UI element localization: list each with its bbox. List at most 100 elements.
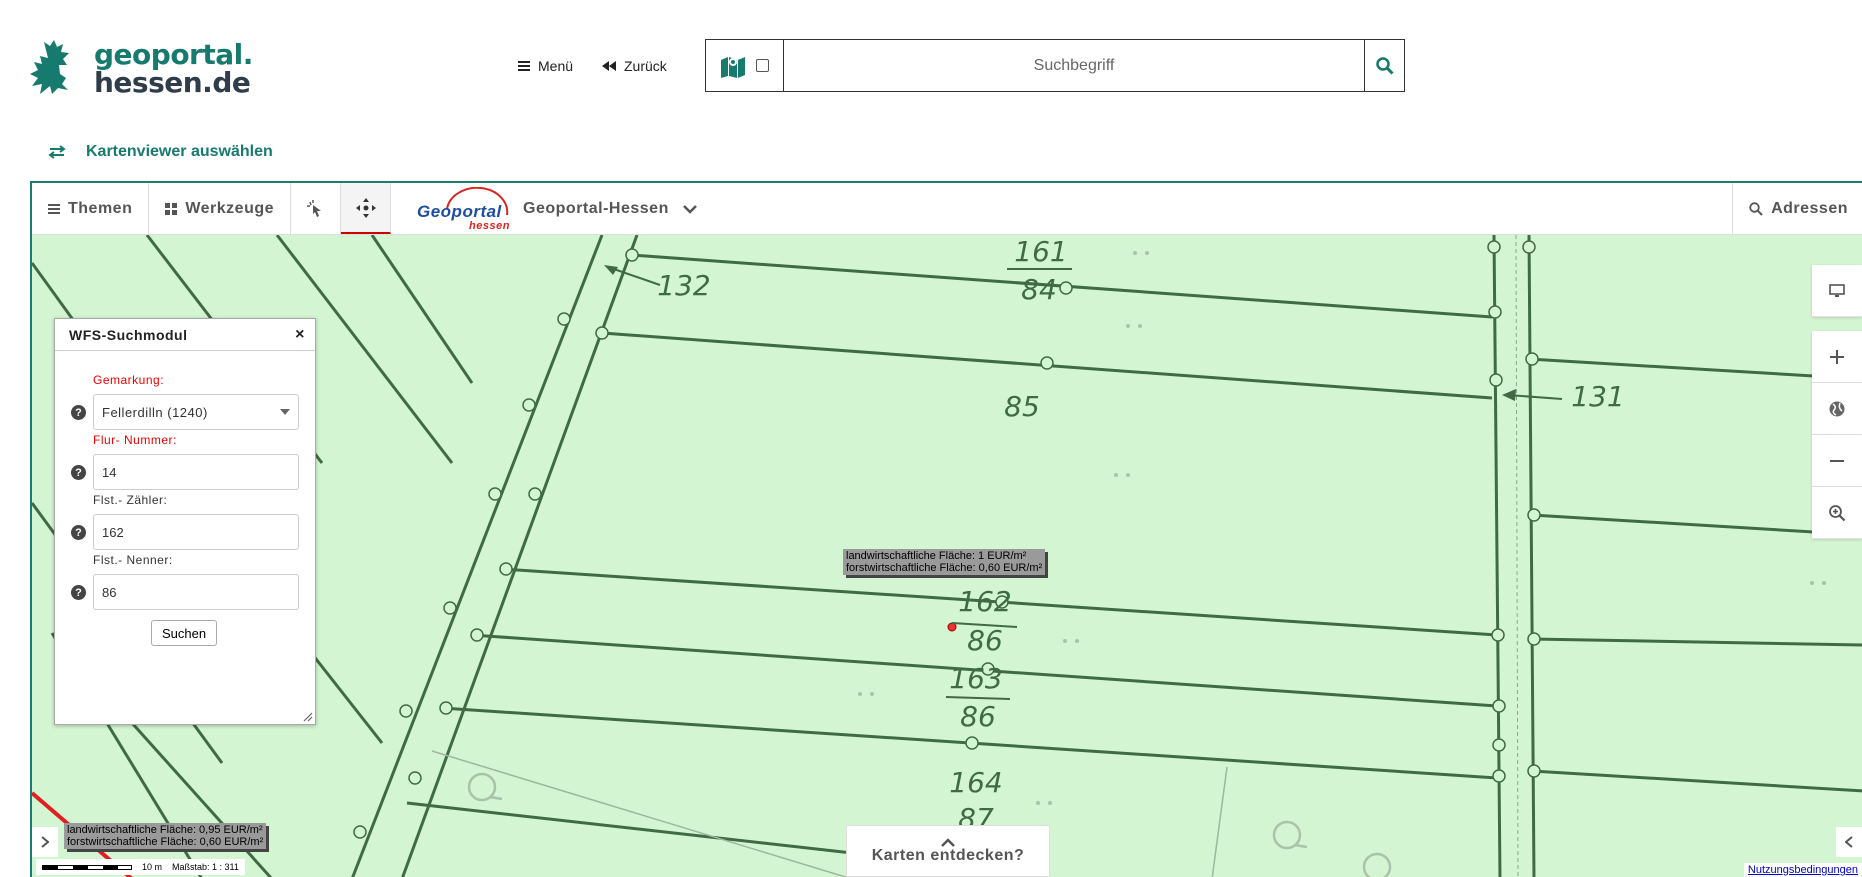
- wfs-header: WFS-Suchmodul ×: [55, 319, 315, 351]
- discover-maps-button[interactable]: Karten entdecken?: [846, 825, 1050, 877]
- scale-bar: 10 m Maßstab: 1 : 311: [36, 859, 245, 875]
- geoportal-hessen-logo: Geoportal hessen: [417, 186, 509, 231]
- viewer-select-link[interactable]: Kartenviewer auswählen: [48, 143, 273, 161]
- plus-icon: [1830, 349, 1844, 364]
- map-search-checkbox[interactable]: [756, 59, 769, 72]
- price-tooltip-center: landwirtschaftliche Fläche: 1 EUR/m² for…: [843, 549, 1046, 575]
- tools-button[interactable]: Werkzeuge: [149, 183, 292, 234]
- search-submit-button[interactable]: Suchen: [151, 620, 218, 646]
- search-input[interactable]: [784, 40, 1364, 91]
- caret-down-icon: [280, 409, 290, 415]
- tools-label: Werkzeuge: [185, 199, 275, 217]
- globe-icon: [1829, 401, 1845, 416]
- geoportal-logo[interactable]: geoportal. hessen.de: [26, 38, 253, 100]
- back-label: Zurück: [624, 58, 667, 74]
- zoom-in-button[interactable]: [1812, 331, 1862, 383]
- flur-number-input[interactable]: [93, 454, 299, 490]
- search-icon: [1749, 201, 1763, 216]
- menu-button[interactable]: Menü: [518, 58, 573, 74]
- fullscreen-button[interactable]: [1812, 265, 1862, 317]
- parcel-label: 161: [1014, 235, 1067, 268]
- logo-line1: geoportal.: [94, 38, 253, 71]
- help-icon[interactable]: ?: [71, 405, 86, 420]
- monitor-icon: [1829, 283, 1845, 297]
- gemarkung-value: Fellerdilln (1240): [102, 404, 208, 420]
- full-extent-button[interactable]: [1812, 383, 1862, 435]
- map-controls: [1812, 265, 1862, 539]
- geoportal-switch-button[interactable]: Geoportal hessen Geoportal-Hessen: [391, 183, 713, 234]
- terms-of-use-link[interactable]: Nutzungsbedingungen: [1743, 863, 1862, 877]
- logo-line2: hessen.de: [94, 66, 251, 99]
- search-map-toggle: [706, 40, 784, 91]
- tooltip-line: landwirtschaftliche Fläche: 1 EUR/m²: [846, 550, 1027, 562]
- chevron-up-icon: [941, 837, 955, 847]
- search-button[interactable]: [1364, 40, 1404, 91]
- gemarkung-select[interactable]: Fellerdilln (1240): [93, 394, 299, 430]
- zaehler-label: Flst.- Zähler:: [93, 493, 168, 507]
- chevron-left-icon: [1845, 836, 1853, 848]
- parcel-label: 86: [960, 700, 996, 733]
- parcel-label: 84: [1021, 273, 1057, 306]
- close-icon[interactable]: ×: [295, 326, 305, 344]
- nenner-input[interactable]: [93, 574, 299, 610]
- themes-label: Themen: [68, 199, 133, 217]
- search-bar: [705, 39, 1405, 92]
- help-icon[interactable]: ?: [71, 465, 86, 480]
- back-button[interactable]: Zurück: [602, 58, 667, 74]
- zoom-out-button[interactable]: [1812, 435, 1862, 487]
- themes-button[interactable]: Themen: [32, 183, 150, 234]
- parcel-label: 164: [949, 766, 1002, 799]
- map-viewer[interactable]: 84 161 84 85 162 86 163 86 164 87 132 13…: [30, 181, 1862, 877]
- pointer-click-icon: [306, 199, 321, 217]
- rewind-icon: [602, 61, 616, 71]
- chevron-down-icon: [682, 204, 697, 214]
- flur-label: Flur- Nummer:: [93, 433, 177, 447]
- map-marker-icon[interactable]: [720, 54, 746, 78]
- addresses-button[interactable]: Adressen: [1732, 183, 1862, 234]
- geoportal-label: Geoportal-Hessen: [523, 199, 669, 217]
- list-icon: [48, 203, 60, 214]
- wfs-title: WFS-Suchmodul: [69, 326, 188, 343]
- help-icon[interactable]: ?: [71, 585, 86, 600]
- viewer-select-label: Kartenviewer auswählen: [86, 143, 273, 160]
- chevron-right-icon: [41, 836, 49, 848]
- parcel-label: 86: [967, 624, 1003, 657]
- svg-text:hessen: hessen: [469, 220, 509, 231]
- nenner-label: Flst.- Nenner:: [93, 553, 173, 567]
- menu-label: Menü: [538, 58, 574, 74]
- scale-text: Maßstab: 1 : 311: [172, 862, 239, 872]
- map-toolbar: Themen Werkzeuge Geoportal hessen Geopor…: [32, 183, 1862, 235]
- discover-label: Karten entdecken?: [871, 846, 1025, 864]
- search-icon: [1375, 56, 1394, 75]
- svg-text:Geoportal: Geoportal: [417, 202, 503, 221]
- scale-bar-graphic: [42, 864, 132, 870]
- pan-tool-button[interactable]: [341, 183, 392, 234]
- parcel-label: 85: [1004, 390, 1040, 423]
- swap-arrows-icon: [48, 145, 66, 159]
- resize-handle-icon[interactable]: [303, 712, 313, 722]
- scale-distance: 10 m: [142, 862, 163, 872]
- help-icon[interactable]: ?: [71, 525, 86, 540]
- parcel-label: 163: [949, 662, 1002, 695]
- expand-right-panel-button[interactable]: [1836, 827, 1862, 857]
- select-tool-button[interactable]: [291, 183, 342, 234]
- parcel-label: 162: [958, 585, 1011, 618]
- gemarkung-label: Gemarkung:: [93, 373, 165, 387]
- grid-icon: [165, 202, 178, 215]
- tooltip-line: forstwirtschaftliche Fläche: 0,60 EUR/m²: [846, 562, 1043, 574]
- parcel-label: 131: [1571, 380, 1624, 413]
- hamburger-icon: [518, 61, 530, 71]
- minus-icon: [1830, 459, 1844, 462]
- tooltip-line: landwirtschaftliche Fläche: 0,95 EUR/m²: [67, 824, 263, 836]
- zaehler-input[interactable]: [93, 514, 299, 550]
- expand-left-panel-button[interactable]: [32, 827, 58, 857]
- tooltip-line: forstwirtschaftliche Fläche: 0,60 EUR/m²: [67, 836, 264, 848]
- control-gap: [1812, 317, 1862, 331]
- parcel-label: 132: [657, 269, 710, 302]
- wfs-search-panel: WFS-Suchmodul × Gemarkung: ? Fellerdilln…: [54, 318, 316, 725]
- zoom-box-button[interactable]: [1812, 487, 1862, 539]
- move-arrows-icon: [355, 197, 376, 218]
- addresses-label: Adressen: [1771, 199, 1848, 217]
- price-tooltip-left: landwirtschaftliche Fläche: 0,95 EUR/m² …: [64, 823, 267, 849]
